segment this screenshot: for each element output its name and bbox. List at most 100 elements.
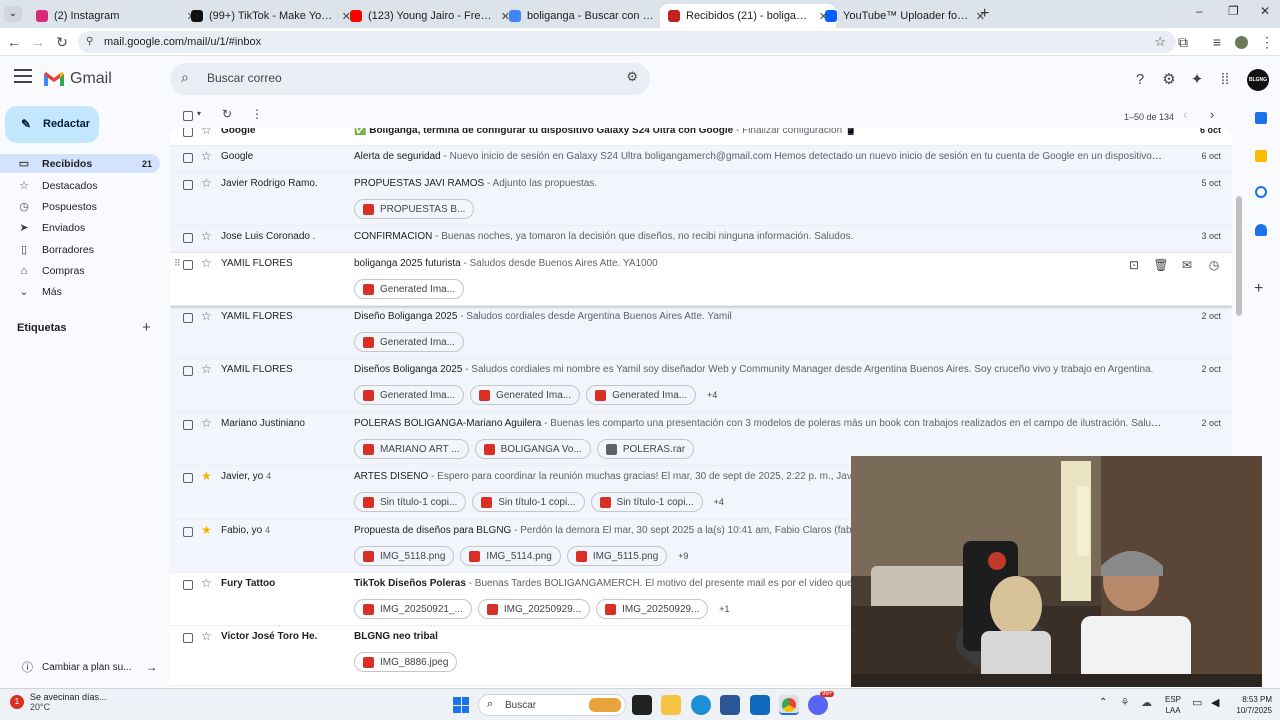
email-row[interactable]: ☆ YAMIL FLORES Diseños Boliganga 2025 - …: [170, 359, 1232, 413]
nav-item[interactable]: ⌂ Compras: [0, 261, 160, 280]
outlook-icon[interactable]: [750, 695, 770, 715]
attachment-chip[interactable]: Generated Ima...: [354, 332, 465, 352]
taskbar-search[interactable]: ⌕ Buscar: [478, 694, 626, 716]
mark-unread-icon[interactable]: ✉: [1179, 258, 1195, 272]
contacts-icon[interactable]: [1255, 224, 1267, 236]
row-checkbox[interactable]: [183, 633, 193, 643]
close-window-button[interactable]: ✕: [1260, 4, 1270, 18]
star-icon[interactable]: ★: [201, 469, 212, 483]
row-checkbox[interactable]: [183, 420, 193, 430]
bookmark-star-icon[interactable]: ☆: [1154, 31, 1166, 53]
nav-item[interactable]: ▯ Borradores: [0, 240, 160, 259]
tasks-icon[interactable]: [1255, 186, 1267, 198]
row-checkbox[interactable]: [183, 527, 193, 537]
attachment-chip[interactable]: Sin título-1 copi...: [354, 492, 467, 512]
scrollbar[interactable]: [1236, 196, 1242, 316]
browser-tab[interactable]: YouTube™ Uploader for Dropbox ✕: [817, 4, 993, 28]
attachment-chip[interactable]: MARIANO ART ...: [354, 439, 469, 459]
keep-icon[interactable]: [1255, 150, 1267, 162]
tray-cloud-icon[interactable]: ☁: [1141, 696, 1152, 709]
row-checkbox[interactable]: [183, 128, 193, 137]
gemini-icon[interactable]: ✦: [1187, 70, 1207, 90]
extensions-icon[interactable]: ⧉: [1174, 33, 1192, 51]
star-icon[interactable]: ☆: [201, 256, 212, 270]
search-icon[interactable]: ⌕: [181, 69, 189, 86]
calendar-icon[interactable]: [1255, 112, 1267, 124]
more-attachments[interactable]: +1: [714, 599, 734, 619]
network-icon[interactable]: ▭: [1192, 696, 1202, 709]
star-icon[interactable]: ☆: [201, 629, 212, 643]
star-icon[interactable]: ☆: [201, 229, 212, 243]
new-tab-button[interactable]: +: [980, 5, 989, 23]
nav-item[interactable]: ☆ Destacados: [0, 176, 160, 195]
row-checkbox[interactable]: [183, 180, 193, 190]
refresh-icon[interactable]: ↻: [222, 107, 232, 121]
chrome-menu-icon[interactable]: ⋮: [1258, 33, 1276, 51]
row-checkbox[interactable]: [183, 260, 193, 270]
row-checkbox[interactable]: [183, 233, 193, 243]
email-row[interactable]: ☆ Google ✅ Boliganga, termina de configu…: [170, 128, 1232, 146]
more-actions-icon[interactable]: ⋮: [251, 107, 263, 121]
email-row[interactable]: ☆ YAMIL FLORES boliganga 2025 futurista …: [170, 253, 1232, 306]
attachment-chip[interactable]: Generated Ima...: [470, 385, 581, 405]
star-icon[interactable]: ☆: [201, 576, 212, 590]
attachment-chip[interactable]: Sin título-1 copi...: [590, 492, 703, 512]
file-explorer-icon[interactable]: [661, 695, 681, 715]
attachment-chip[interactable]: IMG_8886.jpeg: [354, 652, 458, 672]
attachment-chip[interactable]: IMG_5114.png: [460, 546, 561, 566]
star-icon[interactable]: ☆: [201, 416, 212, 430]
language-indicator[interactable]: ESP LAA: [1165, 694, 1181, 716]
help-icon[interactable]: ?: [1130, 70, 1150, 90]
star-icon[interactable]: ☆: [201, 176, 212, 190]
drag-handle-icon[interactable]: ⠿: [174, 258, 181, 269]
account-avatar[interactable]: BLGNG: [1247, 69, 1269, 91]
main-menu-icon[interactable]: [14, 69, 32, 83]
star-icon[interactable]: ☆: [201, 309, 212, 323]
discord-icon[interactable]: 99+: [808, 691, 835, 715]
email-row[interactable]: ☆ Google Alerta de seguridad - Nuevo ini…: [170, 146, 1232, 173]
tray-app-icon[interactable]: ⚘: [1120, 696, 1130, 709]
webcam-video-overlay[interactable]: [851, 456, 1262, 687]
profile-avatar[interactable]: [1235, 36, 1248, 49]
attachment-chip[interactable]: IMG_20250929...: [477, 599, 591, 619]
apps-icon[interactable]: ⁞⁞: [1215, 70, 1235, 90]
star-icon[interactable]: ★: [201, 523, 212, 537]
row-checkbox[interactable]: [183, 473, 193, 483]
email-row[interactable]: ☆ Jose Luis Coronado . CONFIRMACION - Bu…: [170, 226, 1232, 253]
next-page-icon[interactable]: ›: [1210, 107, 1214, 122]
back-icon[interactable]: ←: [5, 33, 23, 51]
restore-button[interactable]: ❐: [1228, 4, 1239, 18]
search-filters-icon[interactable]: ⚙: [626, 69, 638, 85]
delete-icon[interactable]: 🗑: [1153, 258, 1169, 272]
edge-icon[interactable]: [691, 695, 711, 715]
attachment-chip[interactable]: Generated Ima...: [354, 385, 465, 405]
attachment-chip[interactable]: IMG_5118.png: [354, 546, 455, 566]
archive-icon[interactable]: ⊡: [1126, 258, 1142, 272]
search-input[interactable]: Buscar correo: [207, 71, 282, 85]
forward-icon[interactable]: →: [29, 33, 47, 51]
row-checkbox[interactable]: [183, 313, 193, 323]
weather-widget[interactable]: 1 Se avecinan días... 20°C: [10, 692, 107, 712]
task-view-icon[interactable]: [632, 695, 652, 715]
compose-button[interactable]: ✎ Redactar: [5, 106, 99, 143]
attachment-chip[interactable]: POLERAS.rar: [596, 439, 695, 459]
store-icon[interactable]: [720, 695, 740, 715]
attachment-chip[interactable]: IMG_5115.png: [566, 546, 668, 566]
row-checkbox[interactable]: [183, 366, 193, 376]
gmail-logo[interactable]: Gmail: [43, 70, 112, 88]
browser-tab[interactable]: (99+) TikTok - Make Your Day ✕: [183, 4, 359, 28]
browser-tab[interactable]: (2) Instagram ✕: [28, 4, 204, 28]
tab-search-icon[interactable]: ⌄: [4, 6, 22, 22]
start-button[interactable]: [453, 697, 469, 713]
row-checkbox[interactable]: [183, 580, 193, 590]
minimize-button[interactable]: –: [1196, 4, 1203, 18]
nav-item[interactable]: ▭ Recibidos 21: [0, 154, 160, 173]
row-checkbox[interactable]: [183, 153, 193, 163]
tray-chevron-icon[interactable]: ⌃: [1099, 697, 1107, 708]
media-icon[interactable]: ≡: [1208, 33, 1226, 51]
attachment-chip[interactable]: Generated Ima...: [586, 385, 697, 405]
volume-icon[interactable]: ◀: [1211, 696, 1219, 709]
attachment-chip[interactable]: Generated Ima...: [354, 279, 465, 299]
star-icon[interactable]: ☆: [201, 362, 212, 376]
attachment-chip[interactable]: IMG_20250929...: [596, 599, 709, 619]
